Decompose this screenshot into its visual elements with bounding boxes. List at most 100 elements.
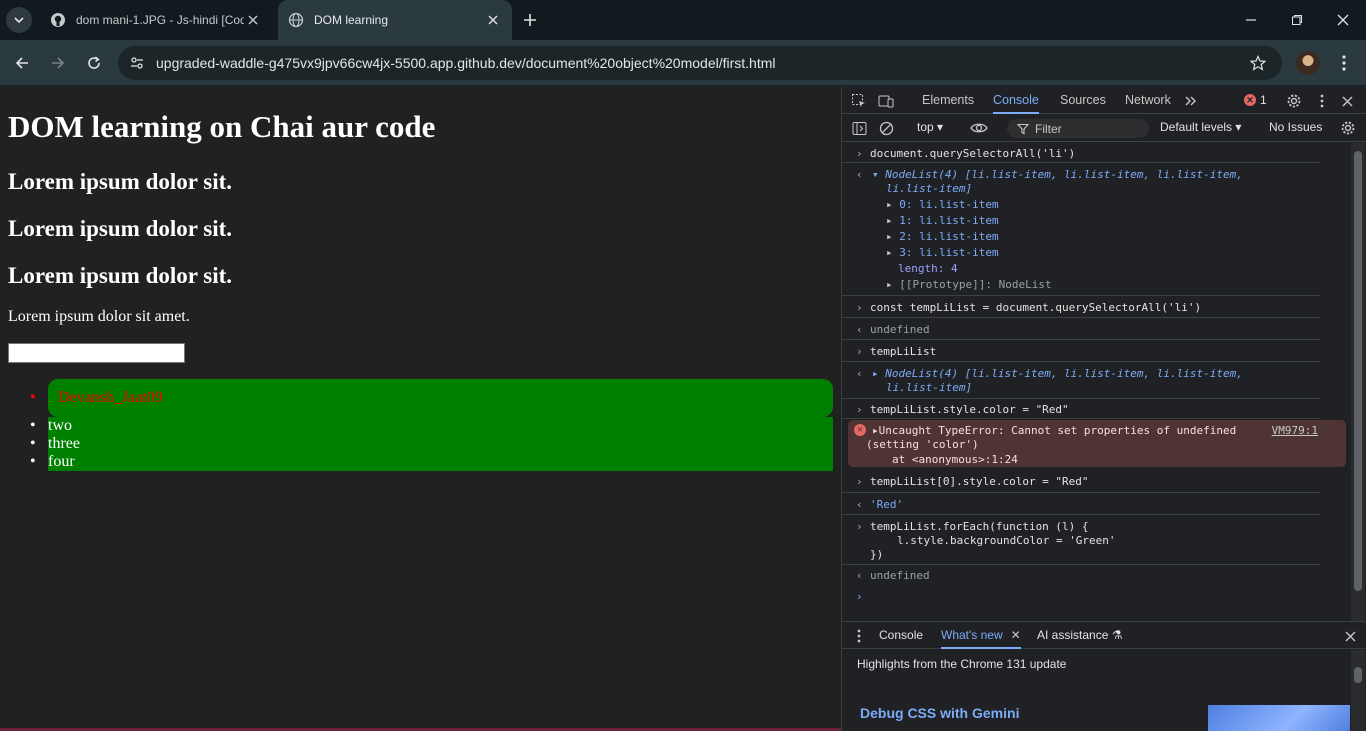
result-arrow-icon: ‹: [856, 367, 863, 380]
minimize-button[interactable]: [1239, 8, 1263, 32]
console-command: tempLiList: [870, 345, 937, 358]
device-toolbar-icon[interactable]: [877, 92, 895, 110]
arrow-right-icon: [52, 57, 65, 69]
scrollbar-thumb[interactable]: [1354, 151, 1362, 591]
sidebar-toggle-icon[interactable]: [850, 119, 868, 137]
forward-button[interactable]: [46, 51, 70, 75]
console-scrollbar[interactable]: [1351, 143, 1365, 621]
console-error-row[interactable]: ✕ ▸Uncaught TypeError: Cannot set proper…: [848, 420, 1346, 467]
console-result-row[interactable]: ‹ ▸ NodeList(4) [li.list-item, li.list-i…: [842, 363, 1320, 399]
tab-search-button[interactable]: [6, 7, 32, 33]
back-button[interactable]: [10, 51, 34, 75]
close-drawer-icon[interactable]: [1341, 627, 1359, 645]
site-settings-icon[interactable]: [126, 52, 148, 74]
console-result-row: ‹ undefined: [842, 319, 1320, 340]
error-stack: at <anonymous>:1:24: [892, 453, 1018, 466]
text-input[interactable]: [8, 343, 185, 363]
console-settings-icon[interactable]: [1339, 119, 1357, 137]
close-devtools-icon[interactable]: [1338, 92, 1356, 110]
error-count: 1: [1260, 93, 1267, 107]
tab-elements[interactable]: Elements: [922, 87, 974, 114]
more-tabs-icon[interactable]: [1182, 92, 1200, 110]
drawer-tab-ai-assistance[interactable]: AI assistance ⚗: [1037, 622, 1122, 649]
close-tab-icon[interactable]: [484, 11, 502, 29]
bookmark-star-icon[interactable]: [1248, 53, 1268, 73]
tab-sources[interactable]: Sources: [1060, 87, 1106, 114]
console-toolbar: top ▾ Filter Default levels ▾ No Issues: [842, 115, 1366, 142]
issues-button[interactable]: No Issues: [1269, 120, 1322, 134]
drawer-menu-icon[interactable]: [850, 627, 868, 645]
list-item: three: [30, 435, 833, 453]
log-levels-dropdown[interactable]: Default levels ▾: [1160, 120, 1241, 134]
reload-button[interactable]: [82, 51, 106, 75]
nodelist-summary: ▾ NodeList(4) [li.list-item, li.list-ite…: [872, 168, 1243, 181]
prompt-chevron-icon: ›: [856, 147, 863, 160]
address-bar[interactable]: upgraded-waddle-g475vx9jpv66cw4jx-5500.a…: [118, 46, 1282, 80]
tab-network[interactable]: Network: [1125, 87, 1171, 114]
prompt-chevron-icon: ›: [856, 403, 863, 416]
nodelist-entry[interactable]: ▸ 0: li.list-item: [886, 198, 999, 211]
prompt-chevron-icon: ›: [856, 345, 863, 358]
console-input-row: › tempLiList.forEach(function (l) { l.st…: [842, 516, 1320, 565]
more-vert-icon[interactable]: [1313, 92, 1331, 110]
devtools-tabbar: Elements Console Sources Network ✕ 1: [842, 87, 1366, 114]
drawer-tabbar: Console What's new ✕ AI assistance ⚗: [842, 621, 1366, 649]
nodelist-summary-cont: li.list-item]: [886, 381, 973, 394]
prompt-chevron-icon: ›: [856, 520, 863, 533]
filter-placeholder: Filter: [1035, 121, 1062, 136]
tab-dom-learning[interactable]: DOM learning: [278, 0, 512, 40]
error-icon: ✕: [854, 424, 866, 436]
drawer-tab-console[interactable]: Console: [879, 622, 923, 649]
close-window-button[interactable]: [1331, 8, 1355, 32]
context-selector[interactable]: top ▾: [917, 120, 943, 134]
subheading: Lorem ipsum dolor sit.: [8, 169, 233, 194]
nodelist-entry[interactable]: ▸ 2: li.list-item: [886, 230, 999, 243]
error-icon: ✕: [1244, 94, 1256, 106]
result-arrow-icon: ‹: [856, 498, 863, 511]
nodelist-entry[interactable]: ▸ 1: li.list-item: [886, 214, 999, 227]
filter-icon: [1017, 123, 1029, 134]
console-result-row[interactable]: ‹ ▾ NodeList(4) [li.list-item, li.list-i…: [842, 164, 1320, 296]
nodelist-length: length: 4: [898, 262, 958, 275]
console-input-row: › document.querySelectorAll('li'): [842, 143, 1320, 163]
console-result-row: ‹ undefined: [842, 566, 1320, 586]
clear-console-icon[interactable]: [877, 119, 895, 137]
profile-avatar[interactable]: [1296, 51, 1320, 75]
console-command: tempLiList.forEach(function (l) {: [870, 520, 1089, 533]
feature-image: [1208, 705, 1350, 731]
eye-icon[interactable]: [970, 119, 988, 137]
restore-button[interactable]: [1285, 8, 1309, 32]
url-text: upgraded-waddle-g475vx9jpv66cw4jx-5500.a…: [156, 55, 776, 71]
close-tab-icon[interactable]: ✕: [1011, 622, 1021, 649]
nodelist-prototype[interactable]: ▸ [[Prototype]]: NodeList: [886, 278, 1052, 291]
console-input-row: › tempLiList.style.color = "Red": [842, 400, 1320, 419]
drawer-scrollbar[interactable]: [1351, 650, 1365, 731]
scrollbar-thumb[interactable]: [1354, 667, 1362, 683]
minimize-icon: [1246, 19, 1256, 21]
error-message: ▸Uncaught TypeError: Cannot set properti…: [872, 424, 1237, 437]
console-prompt[interactable]: ›: [842, 588, 1320, 608]
github-icon: [50, 12, 66, 28]
error-counter[interactable]: ✕ 1: [1244, 93, 1267, 107]
prompt-chevron-icon: ›: [856, 475, 863, 488]
console-command: tempLiList[0].style.color = "Red": [870, 475, 1089, 488]
feature-title[interactable]: Debug CSS with Gemini: [860, 705, 1019, 721]
subheading: Lorem ipsum dolor sit.: [8, 216, 233, 241]
plus-icon: [524, 14, 536, 26]
new-tab-button[interactable]: [520, 10, 540, 30]
settings-gear-icon[interactable]: [1285, 92, 1303, 110]
error-message-cont: (setting 'color'): [866, 438, 979, 451]
context-label: top: [917, 120, 934, 134]
list-item: two: [30, 417, 833, 435]
tab-dom-mani[interactable]: dom mani-1.JPG - Js-hindi [Cod: [40, 0, 272, 40]
drawer-tab-whats-new[interactable]: What's new ✕: [941, 622, 1021, 649]
nodelist-entry[interactable]: ▸ 3: li.list-item: [886, 246, 999, 259]
inspect-element-icon[interactable]: [850, 92, 868, 110]
nodelist-summary: ▸ NodeList(4) [li.list-item, li.list-ite…: [872, 367, 1243, 380]
devtools-panel: Elements Console Sources Network ✕ 1 top…: [841, 87, 1366, 731]
browser-menu-button[interactable]: [1334, 52, 1354, 74]
tab-console[interactable]: Console: [993, 87, 1039, 114]
close-tab-icon[interactable]: [244, 11, 262, 29]
filter-input[interactable]: Filter: [1007, 119, 1149, 138]
error-source-link[interactable]: VM979:1: [1272, 424, 1318, 437]
